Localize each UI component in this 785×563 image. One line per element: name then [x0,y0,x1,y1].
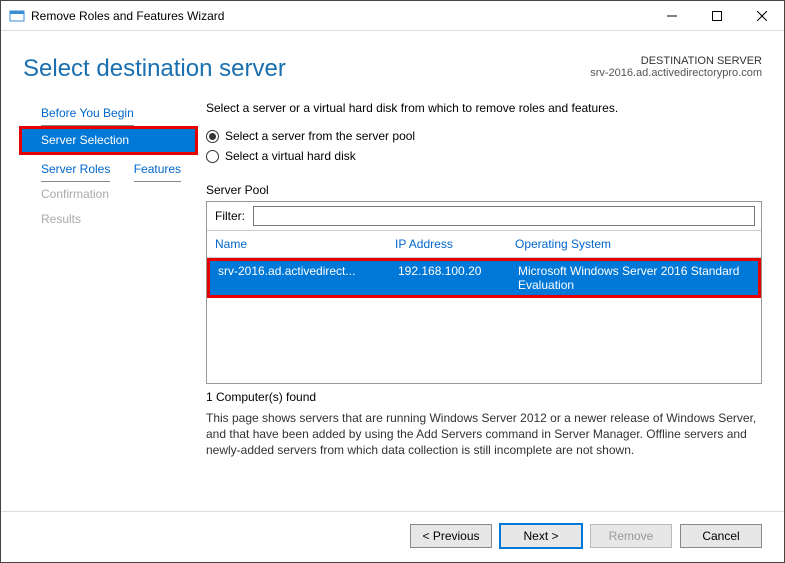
column-headers: Name IP Address Operating System [207,231,761,258]
filter-input[interactable] [253,206,755,226]
radio-vhd-label: Select a virtual hard disk [225,149,356,163]
radio-icon [206,130,219,143]
instruction-text: Select a server or a virtual hard disk f… [206,101,762,115]
cancel-button[interactable]: Cancel [680,524,762,548]
server-row[interactable]: srv-2016.ad.activedirect... 192.168.100.… [210,261,758,295]
page-title: Select destination server [23,55,286,83]
nav-confirmation: Confirmation [21,182,196,207]
next-button[interactable]: Next > [500,524,582,548]
server-pool-box: Filter: Name IP Address Operating System… [206,201,762,384]
radio-icon [206,150,219,163]
destination-server-box: DESTINATION SERVER srv-2016.ad.activedir… [590,55,762,79]
highlight-selected-row: srv-2016.ad.activedirect... 192.168.100.… [207,258,761,298]
cell-ip: 192.168.100.20 [398,264,518,292]
col-header-ip[interactable]: IP Address [395,237,515,251]
close-button[interactable] [739,1,784,30]
highlight-server-selection: Server Selection [21,128,196,153]
radio-server-pool-label: Select a server from the server pool [225,129,415,143]
wizard-nav: Before You Begin Server Selection Server… [1,101,196,511]
server-list: srv-2016.ad.activedirect... 192.168.100.… [207,258,761,383]
info-note: This page shows servers that are running… [206,410,762,459]
nav-results: Results [21,207,196,232]
col-header-name[interactable]: Name [215,237,395,251]
server-pool-label: Server Pool [206,183,762,197]
nav-features[interactable]: Features [134,157,181,182]
previous-button[interactable]: < Previous [410,524,492,548]
maximize-button[interactable] [694,1,739,30]
minimize-button[interactable] [649,1,694,30]
filter-label: Filter: [207,203,253,229]
computers-found: 1 Computer(s) found [206,390,762,404]
nav-before-you-begin[interactable]: Before You Begin [41,101,134,126]
header: Select destination server DESTINATION SE… [1,31,784,101]
nav-server-roles[interactable]: Server Roles [41,157,110,182]
cell-os: Microsoft Windows Server 2016 Standard E… [518,264,750,292]
window-controls [649,1,784,30]
wizard-icon [9,8,25,24]
footer-buttons: < Previous Next > Remove Cancel [1,511,784,562]
radio-server-pool[interactable]: Select a server from the server pool [206,129,762,143]
radio-vhd[interactable]: Select a virtual hard disk [206,149,762,163]
destination-server-label: DESTINATION SERVER [590,55,762,67]
titlebar-left: Remove Roles and Features Wizard [9,8,224,24]
main-panel: Select a server or a virtual hard disk f… [196,101,784,511]
remove-button: Remove [590,524,672,548]
col-header-os[interactable]: Operating System [515,237,753,251]
window-title: Remove Roles and Features Wizard [31,9,224,23]
nav-server-selection[interactable]: Server Selection [21,128,196,153]
destination-server-value: srv-2016.ad.activedirectorypro.com [590,67,762,79]
cell-name: srv-2016.ad.activedirect... [218,264,398,292]
titlebar: Remove Roles and Features Wizard [1,1,784,31]
